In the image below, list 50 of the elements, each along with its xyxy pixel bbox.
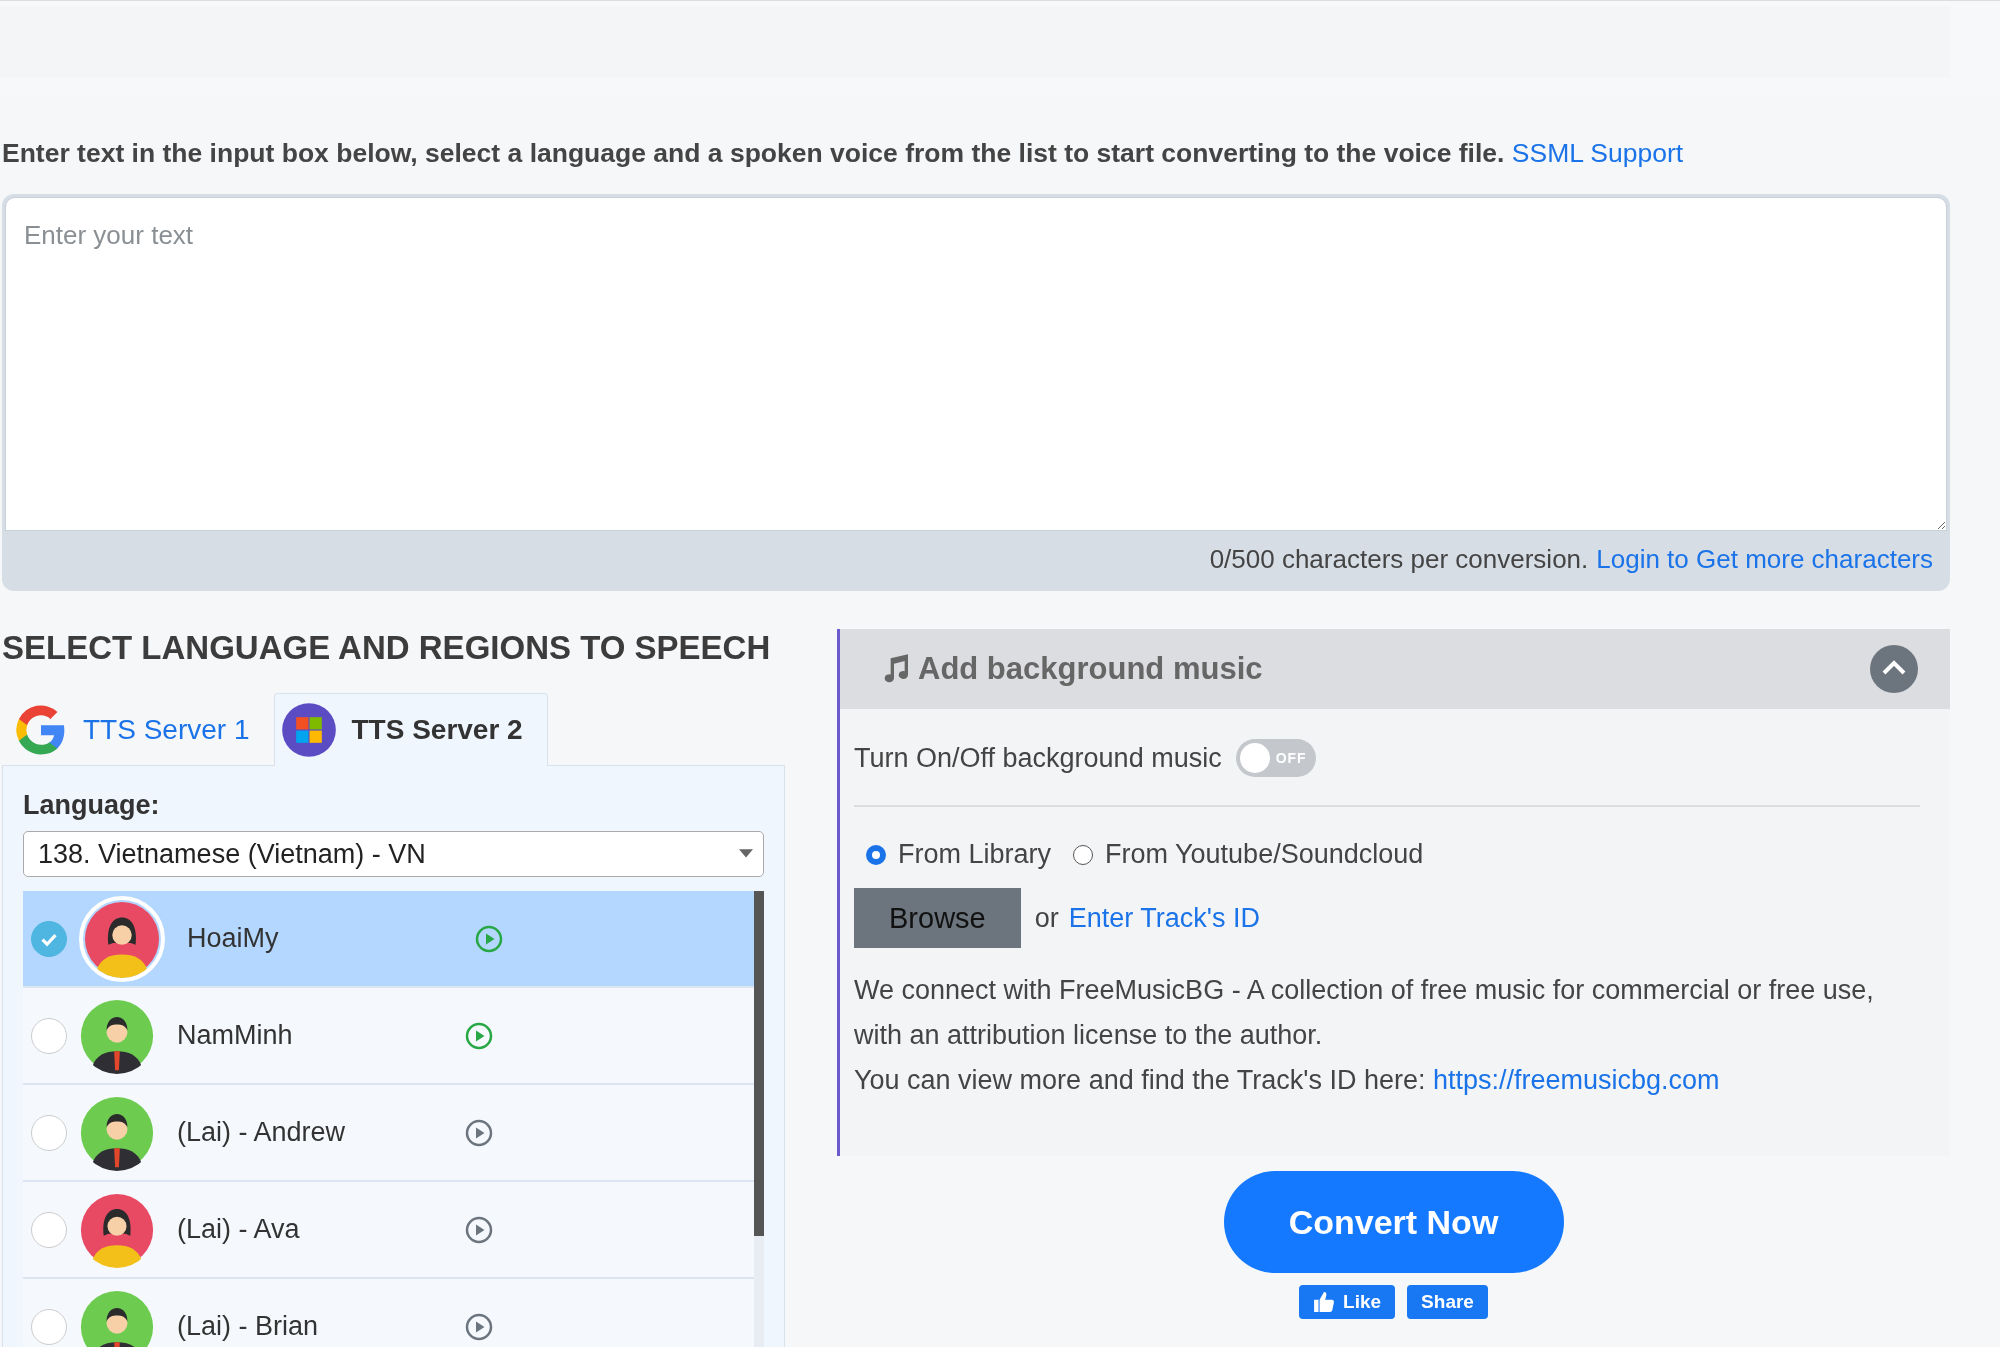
section-heading: SELECT LANGUAGE AND REGIONS TO SPEECH bbox=[2, 629, 772, 667]
track-id-link[interactable]: Enter Track's ID bbox=[1068, 902, 1260, 934]
voice-name: (Lai) - Ava bbox=[177, 1214, 301, 1245]
play-icon[interactable] bbox=[465, 1118, 493, 1147]
scrollbar[interactable] bbox=[754, 891, 764, 1347]
thumbs-up-icon bbox=[1313, 1291, 1336, 1313]
voice-item[interactable]: (Lai) - Brian bbox=[23, 1279, 754, 1347]
voice-name: (Lai) - Andrew bbox=[177, 1117, 347, 1148]
language-label: Language: bbox=[23, 790, 161, 821]
voice-radio[interactable] bbox=[31, 1017, 67, 1054]
convert-button[interactable]: Convert Now bbox=[1223, 1171, 1564, 1273]
source-radio[interactable] bbox=[1073, 844, 1094, 865]
character-counter: 0/500 characters per conversion. bbox=[1209, 544, 1589, 575]
voice-name: NamMinh bbox=[177, 1020, 294, 1051]
text-input-field[interactable]: Enter your text bbox=[5, 197, 1947, 531]
caret-icon bbox=[739, 849, 753, 859]
or-text: or bbox=[1034, 902, 1059, 934]
voice-radio[interactable] bbox=[31, 1211, 67, 1248]
voice-radio[interactable] bbox=[31, 1308, 67, 1345]
voice-item[interactable]: HoaiMy bbox=[23, 891, 754, 988]
voice-radio[interactable] bbox=[31, 920, 67, 957]
music-panel-header[interactable]: Add background music bbox=[840, 629, 1950, 709]
server-tab[interactable]: TTS Server 2 bbox=[274, 693, 548, 766]
voice-item[interactable]: (Lai) - Ava bbox=[23, 1182, 754, 1279]
share-button[interactable]: Share bbox=[1407, 1285, 1488, 1319]
play-icon[interactable] bbox=[465, 1021, 493, 1050]
voice-item[interactable]: (Lai) - Andrew bbox=[23, 1085, 754, 1182]
collapse-icon[interactable] bbox=[1870, 645, 1918, 693]
source-radio[interactable] bbox=[866, 844, 886, 865]
description-text: We connect with FreeMusicBG - A collection of free music for commercial or free use, with an attribution license to the author. bbox=[854, 974, 1875, 1052]
voice-radio[interactable] bbox=[31, 1114, 67, 1151]
login-link[interactable]: Login to Get more characters bbox=[1596, 544, 1933, 575]
freemusicbg-link[interactable]: https://freemusicbg.com bbox=[1433, 1065, 1720, 1095]
windows-logo-icon bbox=[281, 702, 338, 758]
play-icon[interactable] bbox=[465, 1312, 493, 1341]
language-select[interactable]: 138. Vietnamese (Vietnam) - VN bbox=[23, 831, 764, 877]
like-button[interactable]: Like bbox=[1299, 1285, 1396, 1319]
browse-button[interactable]: Browse bbox=[854, 888, 1021, 948]
source-option[interactable]: From Youtube/Soundcloud bbox=[1073, 839, 1424, 870]
source-option[interactable]: From Library bbox=[866, 839, 1052, 870]
voice-name: HoaiMy bbox=[187, 923, 280, 954]
play-icon[interactable] bbox=[465, 1215, 493, 1244]
ssml-support-link[interactable]: SSML Support bbox=[1511, 138, 1684, 168]
music-panel-title: Add background music bbox=[918, 651, 1264, 687]
voice-name: (Lai) - Brian bbox=[177, 1311, 320, 1342]
find-text: You can view more and find the Track's ID here: bbox=[854, 1065, 1426, 1095]
voice-item[interactable]: NamMinh bbox=[23, 988, 754, 1085]
server-tab[interactable]: TTS Server 1 bbox=[6, 693, 275, 766]
instructions-text: Enter text in the input box below, select a language and a spoken voice from the list to start converting to the voice file. bbox=[2, 138, 1505, 168]
toggle-label: Turn On/Off background music bbox=[854, 742, 1222, 774]
